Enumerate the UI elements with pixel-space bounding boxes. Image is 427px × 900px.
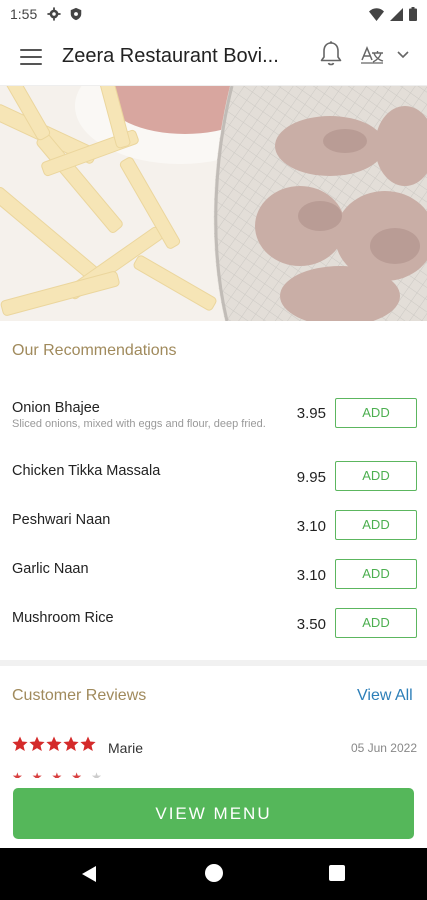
signal-icon <box>390 7 403 21</box>
item-name: Onion Bhajee <box>12 400 100 416</box>
wifi-icon <box>369 7 384 21</box>
item-name: Peshwari Naan <box>12 512 111 528</box>
item-price: 9.95 <box>296 469 326 486</box>
item-name: Chicken Tikka Massala <box>12 463 161 479</box>
star-icon <box>12 736 28 751</box>
menu-item-chicken-tikka-massala: Chicken Tikka Massala 9.95 ADD <box>0 461 427 493</box>
status-time: 1:55 <box>10 6 38 22</box>
star-icon <box>29 736 45 751</box>
item-price: 3.95 <box>296 405 326 422</box>
add-button[interactable]: ADD <box>335 398 417 428</box>
menu-item-onion-bhajee: Onion Bhajee Sliced onions, mixed with e… <box>0 398 427 450</box>
item-description: Sliced onions, mixed with eggs and flour… <box>12 418 266 430</box>
add-button[interactable]: ADD <box>335 510 417 540</box>
language-icon[interactable] <box>359 44 385 66</box>
view-menu-button[interactable]: VIEW MENU <box>13 788 414 839</box>
menu-item-garlic-naan: Garlic Naan 3.10 ADD <box>0 559 427 591</box>
item-price: 3.10 <box>296 567 326 584</box>
recommendations-heading: Our Recommendations <box>12 342 177 359</box>
star-icon <box>46 736 62 751</box>
add-button[interactable]: ADD <box>335 608 417 638</box>
back-icon[interactable] <box>80 865 98 883</box>
rating-stars <box>12 736 96 752</box>
item-price: 3.50 <box>296 616 326 633</box>
add-button[interactable]: ADD <box>335 461 417 491</box>
system-nav-bar <box>0 848 427 900</box>
bell-icon[interactable] <box>318 40 344 68</box>
star-icon <box>80 736 96 751</box>
item-price: 3.10 <box>296 518 326 535</box>
section-divider <box>0 660 427 666</box>
recents-icon[interactable] <box>329 865 345 881</box>
chevron-down-icon[interactable] <box>396 50 410 60</box>
menu-item-mushroom-rice: Mushroom Rice 3.50 ADD <box>0 608 427 640</box>
reviews-heading: Customer Reviews <box>12 687 147 704</box>
reviewer-name: Marie <box>108 740 144 756</box>
status-bar: 1:55 <box>0 0 427 28</box>
home-icon[interactable] <box>205 864 223 882</box>
view-all-reviews-link[interactable]: View All <box>357 687 413 705</box>
star-icon <box>63 736 79 751</box>
review-item: Marie 05 Jun 2022 <box>12 736 417 758</box>
hamburger-menu-icon[interactable] <box>20 48 42 65</box>
shield-icon <box>71 7 82 21</box>
food-banner-image <box>0 86 427 321</box>
review-date: 05 Jun 2022 <box>350 741 417 755</box>
item-name: Garlic Naan <box>12 561 89 577</box>
add-button[interactable]: ADD <box>335 559 417 589</box>
item-name: Mushroom Rice <box>12 610 114 626</box>
restaurant-title: Zeera Restaurant Bovi... <box>62 45 279 67</box>
next-review-stars-partial: ★ ★ ★ ★ ★ <box>12 770 102 778</box>
app-bar: Zeera Restaurant Bovi... <box>0 28 427 86</box>
settings-gear-icon <box>47 7 61 21</box>
battery-icon <box>409 7 417 21</box>
menu-item-peshwari-naan: Peshwari Naan 3.10 ADD <box>0 510 427 542</box>
